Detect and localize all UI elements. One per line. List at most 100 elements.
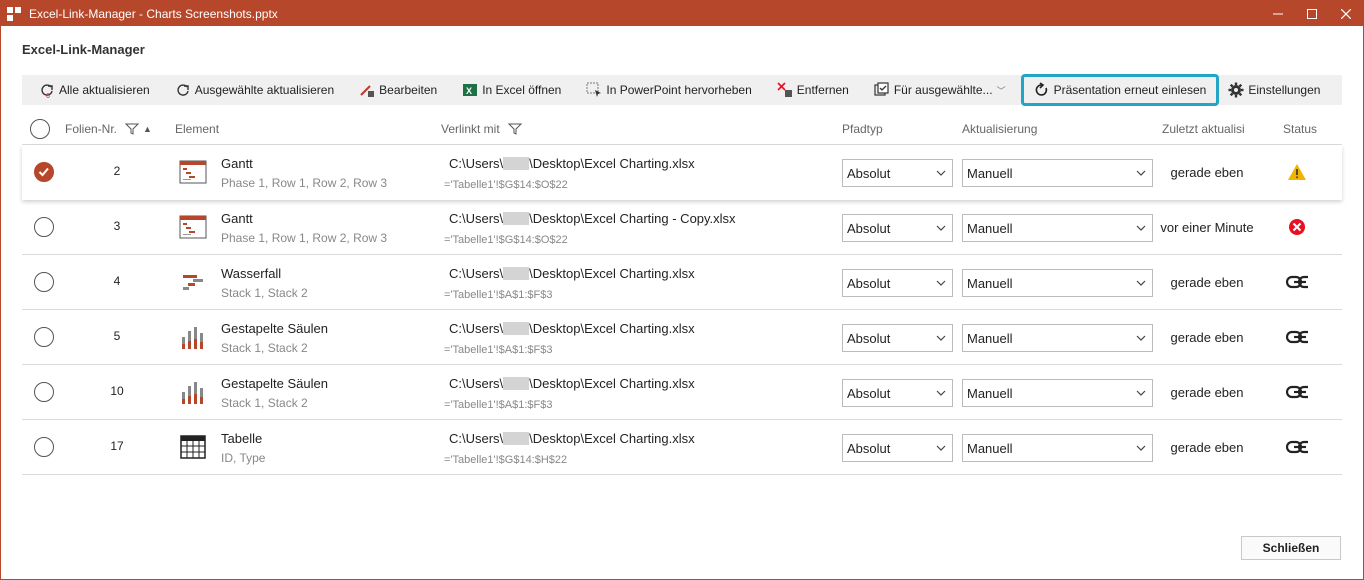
link-icon bbox=[1286, 326, 1308, 348]
update-mode-select[interactable]: Manuell bbox=[962, 434, 1153, 462]
last-updated: vor einer Minute bbox=[1160, 220, 1254, 235]
linked-range: ='Tabelle1'!$G$14:$O$22 bbox=[444, 234, 568, 246]
filter-icon[interactable] bbox=[125, 123, 140, 135]
slide-number: 3 bbox=[113, 219, 121, 233]
table-row[interactable]: 3 Gantt Phase 1, Row 1, Row 2, Row 3 C:\Use… bbox=[22, 200, 1342, 255]
highlight-in-powerpoint-button[interactable]: In PowerPoint hervorheben bbox=[569, 75, 759, 105]
table-row[interactable]: 4 Wasserfall Stack 1, Stack 2 C:\Users\ \Des… bbox=[22, 255, 1342, 310]
linked-range: ='Tabelle1'!$G$14:$O$22 bbox=[444, 179, 568, 191]
redacted-username bbox=[503, 322, 530, 335]
stacked-columns-icon bbox=[179, 323, 207, 351]
link-icon bbox=[1286, 271, 1308, 293]
linked-range: ='Tabelle1'!$A$1:$F$3 bbox=[444, 344, 553, 356]
filter-icon[interactable] bbox=[507, 123, 522, 135]
slide-number: 5 bbox=[113, 329, 121, 343]
edit-button[interactable]: Bearbeiten bbox=[342, 75, 445, 105]
element-series: Stack 1, Stack 2 bbox=[221, 396, 308, 410]
excel-icon: X bbox=[462, 82, 478, 98]
header-update[interactable]: Aktualisierung bbox=[962, 122, 1037, 136]
update-mode-select[interactable]: Manuell bbox=[962, 324, 1153, 352]
update-mode-select[interactable]: Manuell bbox=[962, 379, 1153, 407]
linked-file-path: C:\Users\ \Desktop\Excel Charting.xlsx bbox=[449, 266, 695, 281]
path-type-select[interactable]: Absolut bbox=[842, 269, 953, 297]
remove-icon bbox=[777, 82, 793, 98]
slide-number: 10 bbox=[110, 384, 124, 398]
row-select-radio[interactable] bbox=[34, 327, 54, 347]
close-button[interactable]: Schließen bbox=[1241, 536, 1341, 560]
element-name: Wasserfall bbox=[221, 266, 282, 281]
row-select-radio[interactable] bbox=[34, 272, 54, 292]
maximize-icon bbox=[1307, 8, 1317, 19]
last-updated: gerade eben bbox=[1170, 330, 1244, 345]
table-row[interactable]: 5 Gestapelte Säulen Stack 1, Stack 2 C:\Use… bbox=[22, 310, 1342, 365]
row-select-radio[interactable] bbox=[34, 382, 54, 402]
select-all-radio[interactable] bbox=[30, 118, 50, 139]
close-window-button[interactable] bbox=[1329, 1, 1363, 26]
row-select-radio[interactable] bbox=[34, 162, 54, 182]
update-all-button[interactable]: 6 Alle aktualisieren bbox=[22, 75, 158, 105]
element-name: Gestapelte Säulen bbox=[221, 376, 328, 391]
table-header: Folien-Nr. ▲ Element Verlinkt mit Pfadty… bbox=[22, 113, 1342, 145]
stacked-columns-icon bbox=[179, 378, 207, 406]
gantt-icon bbox=[179, 158, 207, 186]
row-select-radio[interactable] bbox=[34, 437, 54, 457]
update-selected-button[interactable]: Ausgewählte aktualisieren bbox=[158, 75, 342, 105]
checklist-icon bbox=[874, 82, 890, 98]
update-mode-select[interactable]: Manuell bbox=[962, 159, 1153, 187]
linked-file-path: C:\Users\ \Desktop\Excel Charting.xlsx bbox=[449, 431, 695, 446]
app-title: Excel-Link-Manager bbox=[22, 42, 145, 57]
update-mode-select[interactable]: Manuell bbox=[962, 214, 1153, 242]
last-updated: gerade eben bbox=[1170, 275, 1244, 290]
path-type-select[interactable]: Absolut bbox=[842, 324, 953, 352]
maximize-button[interactable] bbox=[1295, 1, 1329, 26]
header-element[interactable]: Element bbox=[175, 122, 219, 136]
redacted-username bbox=[503, 377, 530, 390]
remove-button[interactable]: Entfernen bbox=[760, 75, 857, 105]
linked-range: ='Tabelle1'!$A$1:$F$3 bbox=[444, 399, 553, 411]
table-row[interactable]: 17 Tabelle ID, Type C:\Users\ \Desktop\Excel… bbox=[22, 420, 1342, 475]
element-series: Phase 1, Row 1, Row 2, Row 3 bbox=[221, 176, 388, 190]
slide-number: 2 bbox=[113, 164, 121, 178]
slide-number: 17 bbox=[110, 439, 124, 453]
element-name: Gestapelte Säulen bbox=[221, 321, 328, 336]
last-updated: gerade eben bbox=[1170, 385, 1244, 400]
open-in-excel-button[interactable]: X In Excel öffnen bbox=[445, 75, 569, 105]
row-select-radio[interactable] bbox=[34, 217, 54, 237]
linked-range: ='Tabelle1'!$G$14:$H$22 bbox=[444, 454, 568, 466]
refresh-all-icon: 6 bbox=[39, 82, 55, 98]
minimize-button[interactable] bbox=[1261, 1, 1295, 26]
for-selected-dropdown[interactable]: Für ausgewählte... ﹀ bbox=[857, 75, 1014, 105]
powerpoint-app-icon bbox=[7, 6, 21, 21]
reimport-presentation-button[interactable]: Präsentation erneut einlesen bbox=[1020, 74, 1220, 106]
checkmark-icon bbox=[38, 167, 49, 177]
minimize-icon bbox=[1273, 13, 1283, 14]
element-series: ID, Type bbox=[221, 451, 266, 465]
warning-icon bbox=[1286, 161, 1308, 183]
sort-ascending-icon[interactable]: ▲ bbox=[143, 124, 152, 134]
element-series: Stack 1, Stack 2 bbox=[221, 286, 308, 300]
path-type-select[interactable]: Absolut bbox=[842, 379, 953, 407]
header-path-type[interactable]: Pfadtyp bbox=[842, 122, 883, 136]
update-mode-select[interactable]: Manuell bbox=[962, 269, 1153, 297]
element-name: Gantt bbox=[221, 211, 253, 226]
path-type-select[interactable]: Absolut bbox=[842, 214, 953, 242]
refresh-icon bbox=[1034, 82, 1050, 98]
slide-number: 4 bbox=[113, 274, 121, 288]
header-last-updated[interactable]: Zuletzt aktualisi bbox=[1162, 122, 1248, 136]
path-type-select[interactable]: Absolut bbox=[842, 159, 953, 187]
header-slide-no[interactable]: Folien-Nr. bbox=[65, 122, 117, 136]
header-linked-with[interactable]: Verlinkt mit bbox=[441, 122, 500, 136]
element-name: Gantt bbox=[221, 156, 253, 171]
table-icon bbox=[179, 433, 207, 461]
redacted-username bbox=[503, 267, 530, 280]
table-row[interactable]: 2 Gantt Phase 1, Row 1, Row 2, Row 3 C:\Use… bbox=[22, 145, 1342, 200]
settings-button[interactable]: Einstellungen bbox=[1218, 75, 1328, 105]
path-type-select[interactable]: Absolut bbox=[842, 434, 953, 462]
table-row[interactable]: 10 Gestapelte Säulen Stack 1, Stack 2 C:\Us… bbox=[22, 365, 1342, 420]
header-status[interactable]: Status bbox=[1283, 122, 1317, 136]
edit-pencil-icon bbox=[359, 82, 375, 98]
redacted-username bbox=[503, 432, 530, 445]
gantt-icon bbox=[179, 213, 207, 241]
chevron-down-icon: ﹀ bbox=[996, 85, 1006, 96]
highlight-cursor-icon bbox=[586, 82, 602, 98]
